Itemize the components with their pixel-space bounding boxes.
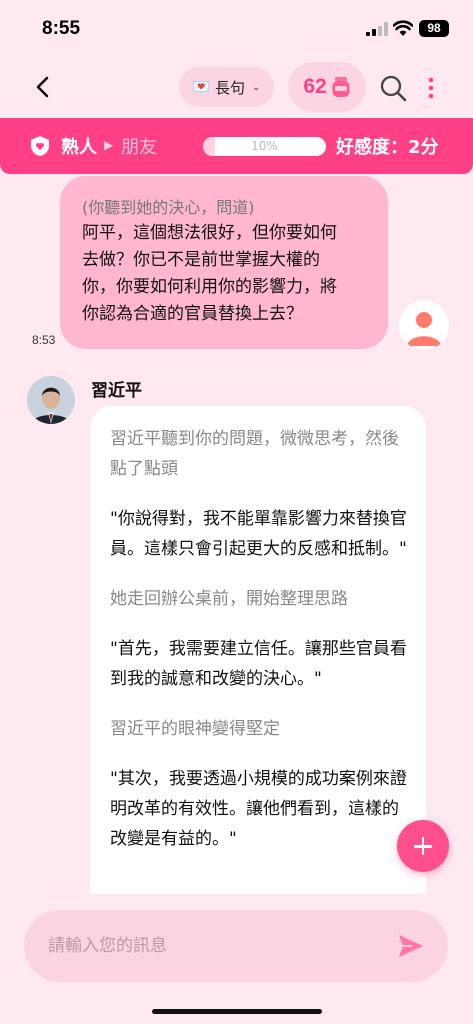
send-icon[interactable] (397, 932, 425, 960)
user-message-bubble: (你聽到她的決心，問道) 阿平，這個想法很好，但你要如何 去做？你已不是前世掌握… (60, 176, 388, 349)
user-message-line: 去做？你已不是前世掌握大權的 (82, 250, 320, 270)
status-bar: 8:55 98 (0, 0, 473, 56)
affection-progress-bar: 10% (203, 137, 326, 156)
message-input-container[interactable] (24, 910, 448, 982)
reply-length-selector[interactable]: 💌 長句 ⌄ (179, 67, 274, 107)
cellular-signal-icon (366, 22, 388, 36)
user-message-line: 阿平，這個想法很好，但你要如何 (82, 223, 337, 243)
points-count: 62 (303, 75, 327, 98)
affection-progress-label: 10% (251, 139, 278, 153)
reply-length-label: 長句 (215, 78, 246, 97)
wifi-icon (393, 20, 413, 36)
user-avatar[interactable] (399, 300, 449, 350)
message-input[interactable] (48, 910, 388, 982)
character-speech-text: "你說得對，我不能單靠影響力來替換官員。這樣只會引起更大的反感和抵制。" (110, 509, 407, 559)
home-indicator (152, 1009, 322, 1014)
relationship-bar: 熟人 ▶ 朋友 10% 好感度：2分 (0, 118, 473, 174)
character-avatar[interactable] (27, 376, 75, 424)
points-badge[interactable]: 62 (288, 62, 366, 112)
back-arrow-icon[interactable] (28, 72, 58, 102)
character-message-bubble: 習近平聽到你的問題，微微思考，然後點了點頭 "你說得對，我不能單靠影響力來替換官… (90, 406, 426, 896)
user-message-time: 8:53 (32, 333, 56, 347)
current-relationship-stage: 熟人 (61, 137, 97, 158)
next-relationship-stage: 朋友 (121, 137, 157, 158)
status-time: 8:55 (42, 18, 81, 39)
character-action-text: 她走回辦公桌前，開始整理思路 (110, 589, 348, 609)
character-action-text: 習近平聽到你的問題，微微思考，然後點了點頭 (110, 429, 399, 479)
stage-arrow-icon: ▶ (104, 138, 114, 152)
character-action-text: 習近平的眼神變得堅定 (110, 719, 280, 739)
character-name: 習近平 (91, 381, 142, 401)
more-options-icon[interactable] (423, 76, 439, 100)
user-message-line: 你，你要如何利用你的影響力，將 (82, 277, 337, 297)
character-speech-text: "其次，我要透過小規模的成功案例來證明改革的有效性。讓他們看到，這樣的改變是有益… (110, 769, 407, 849)
shield-heart-icon (31, 136, 49, 156)
user-message-line: 你認為合適的官員替換上去？ (82, 304, 303, 324)
add-button[interactable] (397, 820, 449, 872)
user-message-action: (你聽到她的決心，問道) (82, 198, 255, 217)
chevron-down-icon: ⌄ (252, 81, 261, 93)
search-icon[interactable] (379, 74, 407, 102)
affection-score: 好感度：2分 (336, 137, 439, 158)
honey-jar-icon (332, 77, 350, 97)
character-speech-text: "首先，我需要建立信任。讓那些官員看到我的誠意和改變的決心。" (110, 639, 407, 689)
envelope-heart-icon: 💌 (192, 79, 211, 95)
battery-indicator: 98 (419, 20, 449, 37)
